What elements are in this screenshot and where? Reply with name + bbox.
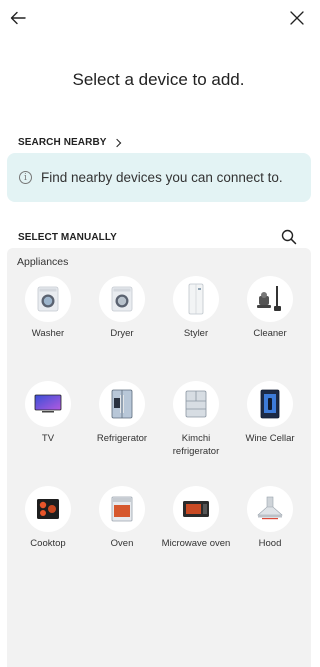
- nearby-banner-text: Find nearby devices you can connect to.: [41, 170, 283, 185]
- search-button[interactable]: [281, 229, 297, 245]
- select-manually-label: SELECT MANUALLY: [18, 232, 117, 243]
- styler-icon: [173, 276, 219, 322]
- device-tile-dryer[interactable]: Dryer: [85, 276, 159, 340]
- device-tile-oven[interactable]: Oven: [85, 486, 159, 550]
- search-nearby-label: SEARCH NEARBY: [18, 137, 107, 148]
- device-label: Wine Cellar: [245, 433, 295, 444]
- arrow-left-icon: [10, 11, 26, 25]
- device-tile-kimchi-refrigerator[interactable]: Kimchi refrigerator: [159, 381, 233, 458]
- device-tile-tv[interactable]: TV: [11, 381, 85, 445]
- close-button[interactable]: [285, 6, 309, 30]
- device-tile-styler[interactable]: Styler: [159, 276, 233, 340]
- top-bar: [0, 0, 317, 40]
- device-label: Cleaner: [253, 328, 287, 339]
- device-label: Microwave oven: [161, 538, 231, 549]
- device-label: Cooktop: [30, 538, 66, 549]
- device-tile-washer[interactable]: Washer: [11, 276, 85, 340]
- device-label: Dryer: [110, 328, 134, 339]
- device-tile-hood[interactable]: Hood: [233, 486, 307, 550]
- back-button[interactable]: [6, 6, 30, 30]
- kimchi-refrigerator-icon: [173, 381, 219, 427]
- microwave-oven-icon: [173, 486, 219, 532]
- appliances-heading: Appliances: [17, 256, 69, 268]
- device-tile-cleaner[interactable]: Cleaner: [233, 276, 307, 340]
- hood-icon: [247, 486, 293, 532]
- refrigerator-icon: [99, 381, 145, 427]
- washer-icon: [25, 276, 71, 322]
- cleaner-icon: [247, 276, 293, 322]
- device-tile-cooktop[interactable]: Cooktop: [11, 486, 85, 550]
- search-nearby-link[interactable]: SEARCH NEARBY: [18, 137, 121, 148]
- search-icon: [281, 229, 297, 245]
- oven-icon: [99, 486, 145, 532]
- device-label: Oven: [110, 538, 134, 549]
- device-tile-refrigerator[interactable]: Refrigerator: [85, 381, 159, 445]
- device-tile-wine-cellar[interactable]: Wine Cellar: [233, 381, 307, 445]
- device-label: Refrigerator: [96, 433, 148, 444]
- device-label: TV: [41, 433, 55, 444]
- dryer-icon: [99, 276, 145, 322]
- cooktop-icon: [25, 486, 71, 532]
- page-title: Select a device to add.: [72, 70, 245, 89]
- device-label: Hood: [258, 538, 282, 549]
- device-label: Washer: [31, 328, 65, 339]
- device-label: Kimchi refrigerator: [172, 433, 220, 457]
- tv-icon: [25, 381, 71, 427]
- wine-cellar-icon: [247, 381, 293, 427]
- close-icon: [290, 11, 304, 25]
- nearby-devices-banner[interactable]: i Find nearby devices you can connect to…: [7, 153, 311, 202]
- info-icon: i: [19, 171, 32, 184]
- device-tile-microwave-oven[interactable]: Microwave oven: [159, 486, 233, 550]
- chevron-right-icon: [112, 138, 121, 147]
- device-label: Styler: [183, 328, 209, 339]
- appliances-panel: Appliances Washer Dryer Styler Cleaner T…: [7, 248, 311, 667]
